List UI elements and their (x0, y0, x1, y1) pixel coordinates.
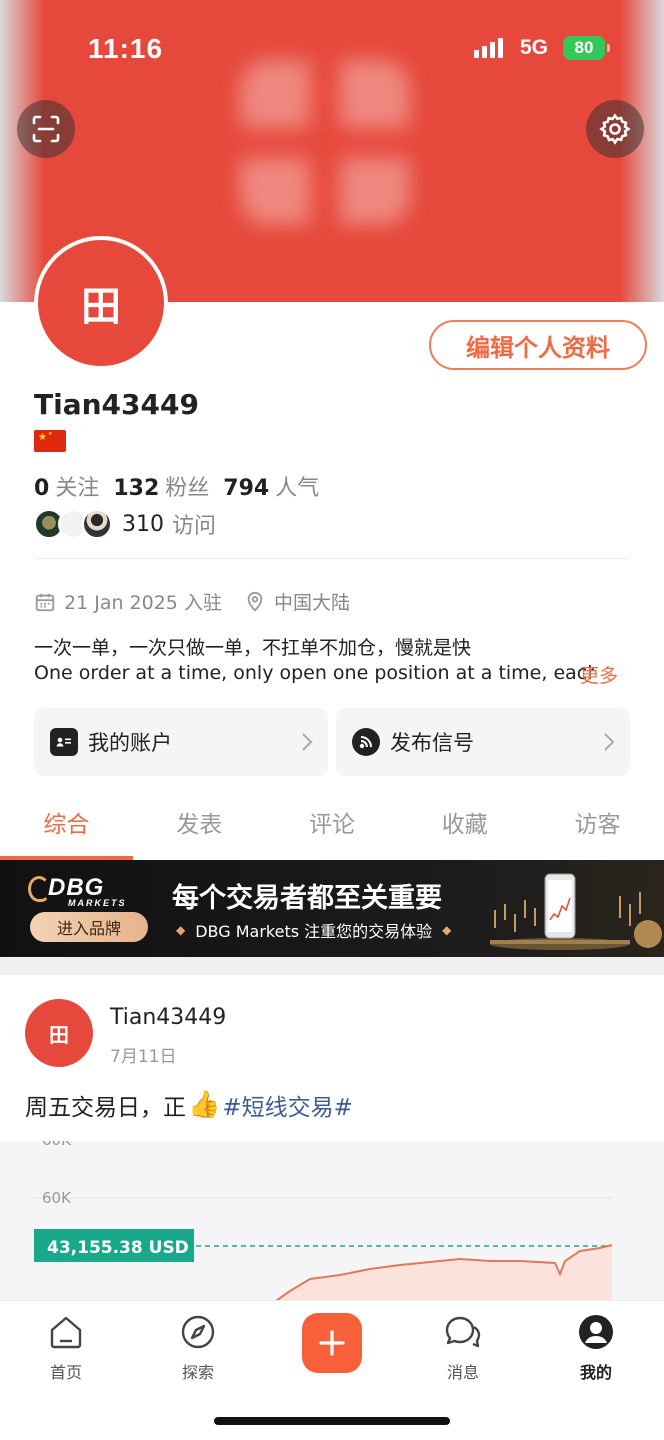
home-icon (50, 1316, 82, 1349)
post-author-avatar[interactable]: 田 (25, 999, 93, 1067)
visitors-row[interactable]: 310 访问 (34, 508, 216, 540)
followers-label[interactable]: 粉丝 (165, 470, 209, 502)
chevron-right-icon (302, 733, 313, 751)
my-account-label: 我的账户 (88, 731, 172, 755)
diamond-icon: ◆ (442, 923, 452, 937)
ad-brand-name: DBG (48, 874, 105, 901)
profile-avatar[interactable]: 田 (34, 236, 168, 370)
rss-icon (352, 728, 380, 756)
equity-area (276, 1245, 612, 1301)
ad-banner[interactable]: DBG MARKETS 进入品牌 每个交易者都至关重要 ◆ DBG Markets… (0, 860, 664, 957)
current-value-label: 43,155.38 USD (47, 1238, 189, 1258)
nav-me-label: 我的 (579, 1363, 612, 1382)
plus-icon (319, 1330, 345, 1356)
settings-button[interactable] (586, 100, 644, 158)
nav-messages-label: 消息 (446, 1363, 479, 1382)
post-date: 7月11日 (110, 1047, 177, 1067)
post-body: 周五交易日，正 (25, 1095, 186, 1121)
ad-illustration (490, 873, 662, 950)
battery-icon: 80 (563, 36, 610, 60)
bio-line: 一次一单，一次只做一单，不扛单不加仓，慢就是快 (34, 637, 472, 659)
signal-icon (474, 38, 503, 58)
divider (34, 558, 630, 559)
publish-signal-label: 发布信号 (390, 731, 474, 755)
profile-tabs: 综合 发表 评论 收藏 访客 (0, 800, 664, 860)
nav-explore-label: 探索 (181, 1363, 214, 1382)
network-type: 5G (520, 36, 549, 59)
publish-signal-card[interactable]: 发布信号 (336, 708, 630, 776)
visit-count: 310 (122, 511, 164, 537)
following-count[interactable]: 0 (34, 476, 49, 501)
popularity-label: 人气 (275, 476, 320, 501)
tab-comments[interactable]: 评论 (266, 800, 399, 860)
tab-visitors[interactable]: 访客 (531, 800, 664, 860)
username: Tian43449 (34, 388, 199, 421)
nav-me[interactable]: 我的 (556, 1313, 636, 1383)
following-label[interactable]: 关注 (55, 470, 99, 502)
tab-posts[interactable]: 发表 (133, 800, 266, 860)
post-hashtag[interactable]: #短线交易# (222, 1088, 353, 1122)
ad-brand-sub: MARKETS (68, 898, 127, 908)
visit-label: 访问 (172, 514, 217, 539)
nav-messages[interactable]: 消息 (423, 1313, 503, 1383)
create-post-button[interactable] (302, 1313, 362, 1373)
avatar-char: 田 (81, 284, 121, 330)
section-separator (0, 957, 664, 975)
nav-home-label: 首页 (49, 1363, 82, 1382)
nav-home[interactable]: 首页 (26, 1313, 106, 1383)
my-account-card[interactable]: 我的账户 (34, 708, 328, 776)
profile-stats: 0 关注 132 粉丝 794 人气 (34, 470, 327, 502)
scan-icon (32, 115, 60, 143)
user-icon (579, 1315, 613, 1349)
id-card-icon (50, 728, 78, 756)
ad-brand: DBG MARKETS (48, 874, 127, 908)
home-indicator (214, 1417, 450, 1425)
equity-chart[interactable]: 60K 60K 43,155.38 USD (0, 1141, 664, 1301)
chat-icon (445, 1316, 481, 1348)
edit-profile-button[interactable]: 编辑个人资料 (429, 320, 647, 370)
diamond-icon: ◆ (176, 923, 186, 937)
calendar-icon (34, 591, 56, 613)
tab-favorites[interactable]: 收藏 (398, 800, 531, 860)
followers-count[interactable]: 132 (113, 476, 159, 501)
post-avatar-char: 田 (49, 1022, 69, 1047)
bio-line: One order at a time, only open one posit… (34, 662, 594, 684)
visitor-avatar (82, 509, 112, 539)
status-time: 11:16 (88, 33, 164, 64)
ad-headline: 每个交易者都至关重要 (172, 883, 442, 914)
banner-logo-blurred (240, 60, 410, 225)
tab-overview[interactable]: 综合 (0, 800, 133, 860)
battery-level: 80 (574, 38, 594, 57)
ad-subtext: DBG Markets 注重您的交易体验 (195, 922, 433, 941)
chevron-right-icon (604, 733, 615, 751)
join-date: 21 Jan 2025 入驻 (64, 592, 222, 614)
location-pin-icon (244, 591, 266, 613)
chart-y-tick: 60K (42, 1141, 72, 1149)
enter-brand-button[interactable]: 进入品牌 (30, 912, 148, 942)
thumbs-up-icon: 👍 (188, 1090, 221, 1120)
post-author-name[interactable]: Tian43449 (110, 1005, 226, 1030)
ad-subline: ◆ DBG Markets 注重您的交易体验 ◆ (176, 918, 451, 942)
nav-explore[interactable]: 探索 (158, 1313, 238, 1383)
location: 中国大陆 (273, 592, 350, 614)
china-flag-icon: ★ ★ (34, 430, 66, 452)
profile-bio: 一次一单，一次只做一单，不扛单不加仓，慢就是快 One order at a t… (34, 636, 630, 686)
post-text[interactable]: 周五交易日，正 👍 #短线交易# (25, 1088, 353, 1122)
scan-button[interactable] (17, 100, 75, 158)
dbg-logo-icon (28, 876, 50, 902)
chart-y-tick: 60K (42, 1189, 72, 1207)
bio-more-link[interactable]: 更多 (580, 661, 618, 688)
compass-icon (181, 1315, 215, 1349)
gear-icon (599, 113, 631, 145)
profile-meta: 21 Jan 2025 入驻 中国大陆 (34, 588, 350, 615)
popularity-count: 794 (223, 476, 270, 501)
